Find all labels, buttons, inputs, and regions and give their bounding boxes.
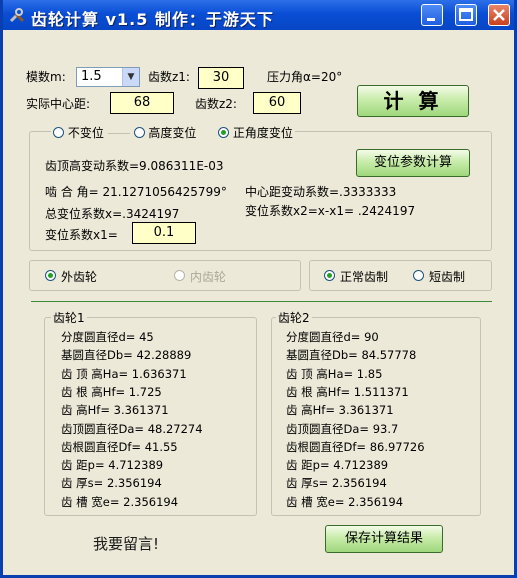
z2-input[interactable]: 60 — [253, 92, 301, 114]
maximize-button[interactable] — [455, 4, 477, 26]
gear2-result-line: 齿 根 高Hf= 1.511371 — [286, 384, 409, 399]
total-coef-text: 总变位系数x=.3424197 — [45, 207, 180, 221]
divider — [31, 301, 492, 302]
gear1-result-line: 齿根圆直径Df= 41.55 — [61, 439, 178, 454]
modulus-select[interactable]: 1.5 ▼ — [76, 67, 140, 87]
x1-input[interactable]: 0.1 — [132, 222, 196, 244]
internal-gear-label: 内齿轮 — [190, 270, 227, 284]
comment-link[interactable]: 我要留言! — [93, 533, 159, 554]
pressure-angle-label: 压力角α=20° — [267, 70, 343, 84]
gear2-result-line: 齿 顶 高Ha= 1.85 — [286, 366, 383, 381]
radio-normal-tooth[interactable] — [324, 270, 335, 281]
calculate-button[interactable]: 计 算 — [357, 85, 469, 117]
close-button[interactable] — [488, 4, 510, 26]
save-results-button[interactable]: 保存计算结果 — [325, 525, 443, 553]
gear1-result-line: 齿 厚s= 2.356194 — [61, 476, 162, 491]
gear1-result-line: 齿 距p= 4.712389 — [61, 458, 164, 473]
maximize-icon — [459, 8, 473, 21]
gear1-result-line: 齿 高Hf= 3.361371 — [61, 403, 169, 418]
modulus-value: 1.5 — [81, 69, 102, 84]
gear1-result-line: 齿 顶 高Ha= 1.636371 — [61, 366, 187, 381]
gear2-title: 齿轮2 — [276, 309, 312, 326]
radio-no-shift[interactable] — [53, 127, 64, 138]
close-icon — [493, 9, 505, 21]
z1-input[interactable]: 30 — [198, 67, 244, 89]
radio-internal-gear — [174, 270, 185, 281]
radio-height-shift[interactable] — [133, 127, 145, 138]
modulus-label: 模数m: — [26, 70, 66, 84]
gear1-title: 齿轮1 — [51, 309, 87, 326]
gear2-result-line: 齿 高Hf= 3.361371 — [286, 403, 394, 418]
x2-coef-text: 变位系数x2=x-x1= .2424197 — [245, 204, 416, 218]
external-gear-label: 外齿轮 — [61, 270, 98, 284]
gear2-result-line: 齿根圆直径Df= 86.97726 — [286, 439, 425, 454]
center-distance-input[interactable]: 68 — [110, 92, 174, 114]
minimize-icon — [427, 18, 435, 21]
gear2-result-line: 齿顶圆直径Da= 93.7 — [286, 421, 399, 436]
gear1-result-line: 齿顶圆直径Da= 48.27274 — [61, 421, 203, 436]
radio-angle-shift[interactable] — [218, 127, 229, 138]
gear2-result-line: 齿 槽 宽e= 2.356194 — [286, 494, 404, 509]
gear1-result-line: 分度圆直径d= 45 — [61, 330, 154, 344]
chevron-down-icon[interactable]: ▼ — [122, 68, 139, 86]
radio-external-gear[interactable] — [45, 270, 56, 281]
window-title: 齿轮计算 v1.5 制作：于游天下 — [31, 10, 274, 29]
radio-short-tooth[interactable] — [413, 270, 424, 281]
gear2-result-line: 基圆直径Db= 84.57778 — [286, 348, 417, 363]
minimize-button[interactable] — [421, 4, 443, 26]
gear1-result-line: 基圆直径Db= 42.28889 — [61, 348, 192, 363]
gear2-result-line: 分度圆直径d= 90 — [286, 330, 379, 344]
gear2-result-line: 齿 距p= 4.712389 — [286, 458, 389, 473]
x1-label: 变位系数x1= — [45, 228, 118, 242]
short-tooth-label: 短齿制 — [429, 270, 466, 284]
title-bar[interactable]: 齿轮计算 v1.5 制作：于游天下 — [3, 0, 514, 30]
gear2-result-line: 齿 厚s= 2.356194 — [286, 476, 387, 491]
height-shift-label: 高度变位 — [148, 126, 197, 140]
gear1-result-line: 齿 根 高Hf= 1.725 — [61, 384, 162, 399]
no-shift-label: 不变位 — [67, 126, 104, 140]
center-distance-label: 实际中心距: — [26, 97, 91, 111]
normal-tooth-label: 正常齿制 — [340, 270, 389, 284]
z1-label: 齿数z1: — [148, 70, 190, 84]
mesh-angle-text: 啮 合 角= 21.1271056425799° — [45, 185, 227, 199]
center-coef-text: 中心距变动系数=.3333333 — [245, 185, 397, 199]
main-window: 齿轮计算 v1.5 制作：于游天下 模数m: 1.5 ▼ 齿数z1: 30 压力… — [0, 0, 517, 578]
shift-calc-button[interactable]: 变位参数计算 — [356, 149, 470, 177]
shift-options: 不变位 高度变位 正角度变位 — [51, 124, 295, 141]
angle-shift-label: 正角度变位 — [232, 126, 293, 140]
gear1-result-line: 齿 槽 宽e= 2.356194 — [61, 494, 179, 509]
z2-label: 齿数z2: — [195, 97, 237, 111]
tools-icon — [9, 8, 25, 23]
tip-coef-text: 齿顶高变动系数=9.086311E-03 — [45, 159, 224, 173]
